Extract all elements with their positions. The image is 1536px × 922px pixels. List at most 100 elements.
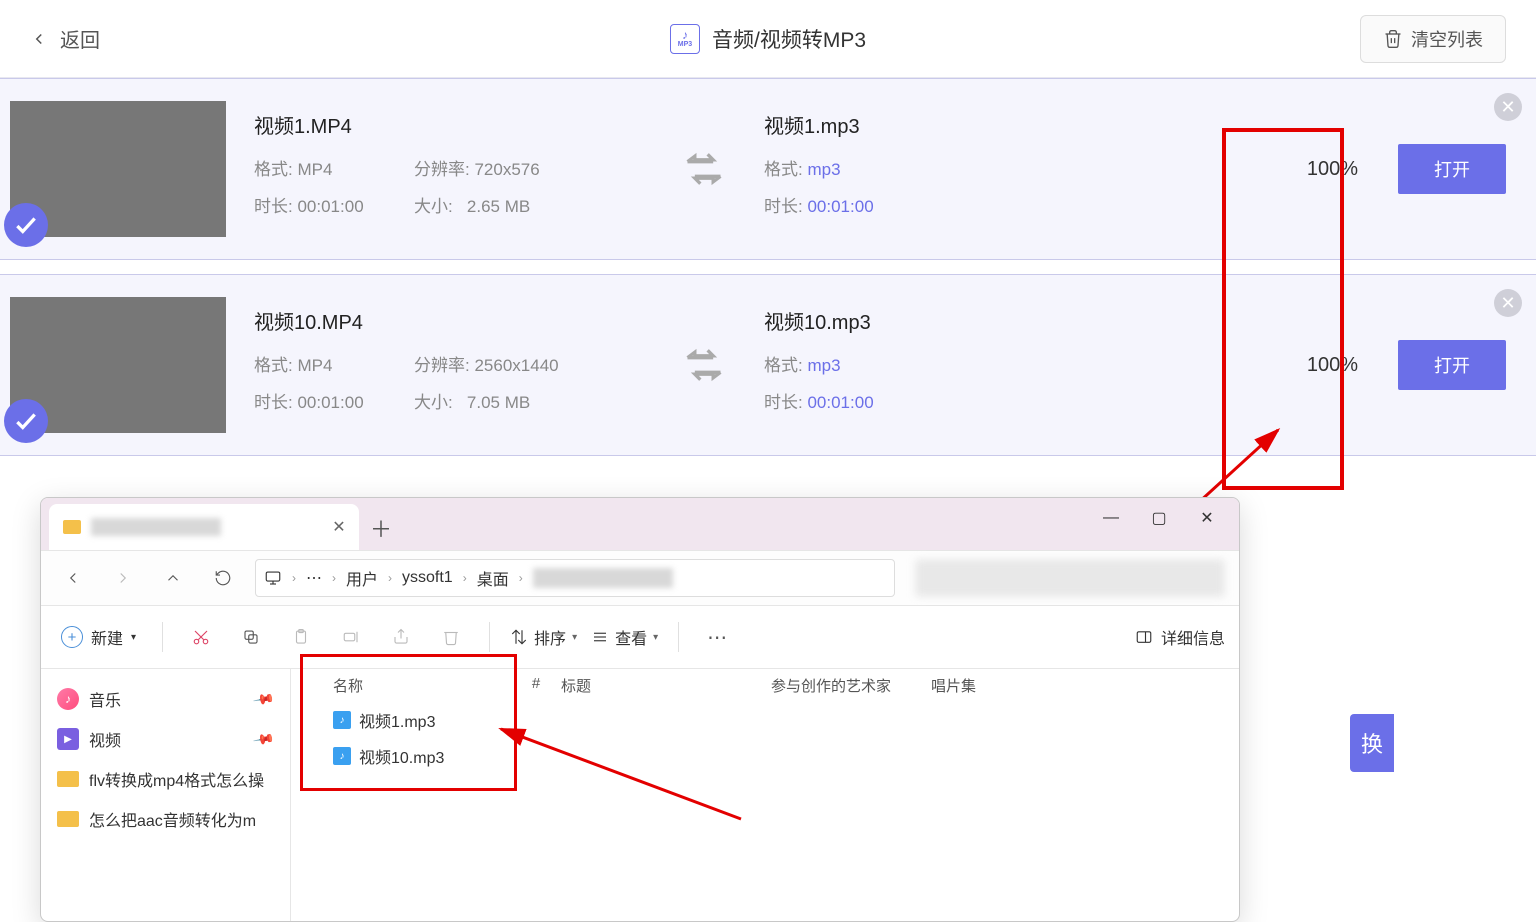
video-icon: ▶ <box>57 728 79 750</box>
back-button[interactable]: 返回 <box>30 24 100 53</box>
sort-label: 排序 <box>534 625 566 649</box>
convert-button[interactable]: 换 <box>1350 714 1394 772</box>
target-filename: 视频10.mp3 <box>764 306 1114 335</box>
target-info: 视频10.mp3 格式: mp3 时长: 00:01:00 <box>764 306 1114 425</box>
ellipsis-icon[interactable]: ⋯ <box>306 568 322 588</box>
breadcrumb-bar[interactable]: › ⋯ › 用户 › yssoft1 › 桌面 › <box>255 559 895 597</box>
src-format: MP4 <box>297 356 332 375</box>
sidebar-item-folder[interactable]: flv转换成mp4格式怎么操 <box>41 759 290 799</box>
sidebar-item-folder[interactable]: 怎么把aac音频转化为m <box>41 799 290 839</box>
rename-button[interactable] <box>333 619 369 655</box>
details-pane-button[interactable]: 详细信息 <box>1135 625 1225 649</box>
maximize-button[interactable]: ▢ <box>1135 501 1183 535</box>
col-album[interactable]: 唱片集 <box>931 675 1051 696</box>
source-filename: 视频1.MP4 <box>254 110 674 139</box>
new-button[interactable]: + 新建 ▾ <box>55 621 142 653</box>
crumb-users[interactable]: 用户 <box>346 566 378 590</box>
file-row[interactable]: ♪视频1.mp3 <box>311 702 1219 738</box>
thumbnail-wrap <box>10 297 226 433</box>
duration-label: 时长: <box>254 197 293 216</box>
remove-item-button[interactable]: ✕ <box>1494 93 1522 121</box>
crumb-redacted <box>533 568 673 588</box>
src-size: 2.65 MB <box>467 197 530 216</box>
target-filename: 视频1.mp3 <box>764 110 1114 139</box>
file-name: 视频1.mp3 <box>359 708 435 732</box>
new-tab-button[interactable]: ＋ <box>359 506 403 550</box>
src-format: MP4 <box>297 160 332 179</box>
delete-button[interactable] <box>433 619 469 655</box>
sidebar-item-video[interactable]: ▶ 视频 📌 <box>41 719 290 759</box>
size-label: 大小: <box>414 393 453 412</box>
copy-button[interactable] <box>233 619 269 655</box>
cut-button[interactable] <box>183 619 219 655</box>
col-title[interactable]: 标题 <box>561 675 771 696</box>
search-redacted[interactable] <box>915 559 1225 597</box>
view-button[interactable]: 查看▾ <box>591 625 658 649</box>
clear-label: 清空列表 <box>1411 26 1483 52</box>
sidebar-item-music[interactable]: ♪音乐📌 <box>41 679 290 719</box>
list-item: 视频1.MP4 格式: MP4 分辨率: 720x576 时长: 00:01:0… <box>0 78 1536 260</box>
close-tab-button[interactable]: ✕ <box>331 519 347 535</box>
format-label: 格式: <box>254 160 293 179</box>
crumb-user[interactable]: yssoft1 <box>402 569 453 587</box>
source-filename: 视频10.MP4 <box>254 306 674 335</box>
clear-list-button[interactable]: 清空列表 <box>1360 15 1506 63</box>
col-number[interactable]: # <box>511 675 561 696</box>
col-artist[interactable]: 参与创作的艺术家 <box>771 675 931 696</box>
pin-icon: 📌 <box>251 727 275 751</box>
view-label: 查看 <box>615 625 647 649</box>
new-label: 新建 <box>91 625 123 649</box>
src-res: 720x576 <box>474 160 539 179</box>
refresh-button[interactable] <box>205 560 241 596</box>
remove-item-button[interactable]: ✕ <box>1494 289 1522 317</box>
crumb-desktop[interactable]: 桌面 <box>477 566 509 590</box>
sidebar-label: 视频 <box>89 727 121 751</box>
minimize-button[interactable]: — <box>1087 501 1135 535</box>
duration-label: 时长: <box>764 393 803 412</box>
sort-button[interactable]: 排序▾ <box>510 625 577 649</box>
share-button[interactable] <box>383 619 419 655</box>
nav-back-button[interactable] <box>55 560 91 596</box>
col-name[interactable]: 名称 <box>311 675 511 696</box>
folder-icon <box>57 771 79 787</box>
src-duration: 00:01:00 <box>297 393 363 412</box>
sidebar-label: 音乐 <box>89 687 121 711</box>
explorer-address-bar: › ⋯ › 用户 › yssoft1 › 桌面 › <box>41 550 1239 606</box>
size-label: 大小: <box>414 197 453 216</box>
plus-circle-icon: + <box>61 626 83 648</box>
page-title: MP3 音频/视频转MP3 <box>670 24 866 54</box>
duration-label: 时长: <box>764 197 803 216</box>
page-title-text: 音频/视频转MP3 <box>712 24 866 54</box>
dst-format[interactable]: mp3 <box>807 160 840 179</box>
file-explorer-window: ✕ ＋ — ▢ ✕ › ⋯ › 用户 › yssoft1 › 桌面 › <box>40 497 1240 922</box>
resolution-label: 分辨率: <box>414 160 470 179</box>
more-button[interactable]: ⋯ <box>699 619 735 655</box>
convert-arrow-icon <box>674 139 734 199</box>
details-label: 详细信息 <box>1161 625 1225 649</box>
nav-forward-button[interactable] <box>105 560 141 596</box>
close-window-button[interactable]: ✕ <box>1183 501 1231 535</box>
paste-button[interactable] <box>283 619 319 655</box>
dst-format[interactable]: mp3 <box>807 356 840 375</box>
open-button[interactable]: 打开 <box>1398 340 1506 390</box>
source-info: 视频1.MP4 格式: MP4 分辨率: 720x576 时长: 00:01:0… <box>254 110 674 229</box>
target-info: 视频1.mp3 格式: mp3 时长: 00:01:00 <box>764 110 1114 229</box>
file-row[interactable]: ♪视频10.mp3 <box>311 738 1219 774</box>
open-button[interactable]: 打开 <box>1398 144 1506 194</box>
done-badge <box>4 203 48 247</box>
done-badge <box>4 399 48 443</box>
src-duration: 00:01:00 <box>297 197 363 216</box>
format-label: 格式: <box>254 356 293 375</box>
resolution-label: 分辨率: <box>414 356 470 375</box>
list-item: 视频10.MP4 格式: MP4 分辨率: 2560x1440 时长: 00:0… <box>0 274 1536 456</box>
mp3-icon: MP3 <box>670 24 700 54</box>
source-info: 视频10.MP4 格式: MP4 分辨率: 2560x1440 时长: 00:0… <box>254 306 674 425</box>
duration-label: 时长: <box>254 393 293 412</box>
explorer-toolbar: + 新建 ▾ 排序▾ 查看▾ ⋯ 详细信息 <box>41 606 1239 668</box>
explorer-tab[interactable]: ✕ <box>49 504 359 550</box>
conversion-list: 视频1.MP4 格式: MP4 分辨率: 720x576 时长: 00:01:0… <box>0 78 1536 456</box>
folder-icon <box>57 811 79 827</box>
dst-duration: 00:01:00 <box>807 197 873 216</box>
dst-duration: 00:01:00 <box>807 393 873 412</box>
nav-up-button[interactable] <box>155 560 191 596</box>
